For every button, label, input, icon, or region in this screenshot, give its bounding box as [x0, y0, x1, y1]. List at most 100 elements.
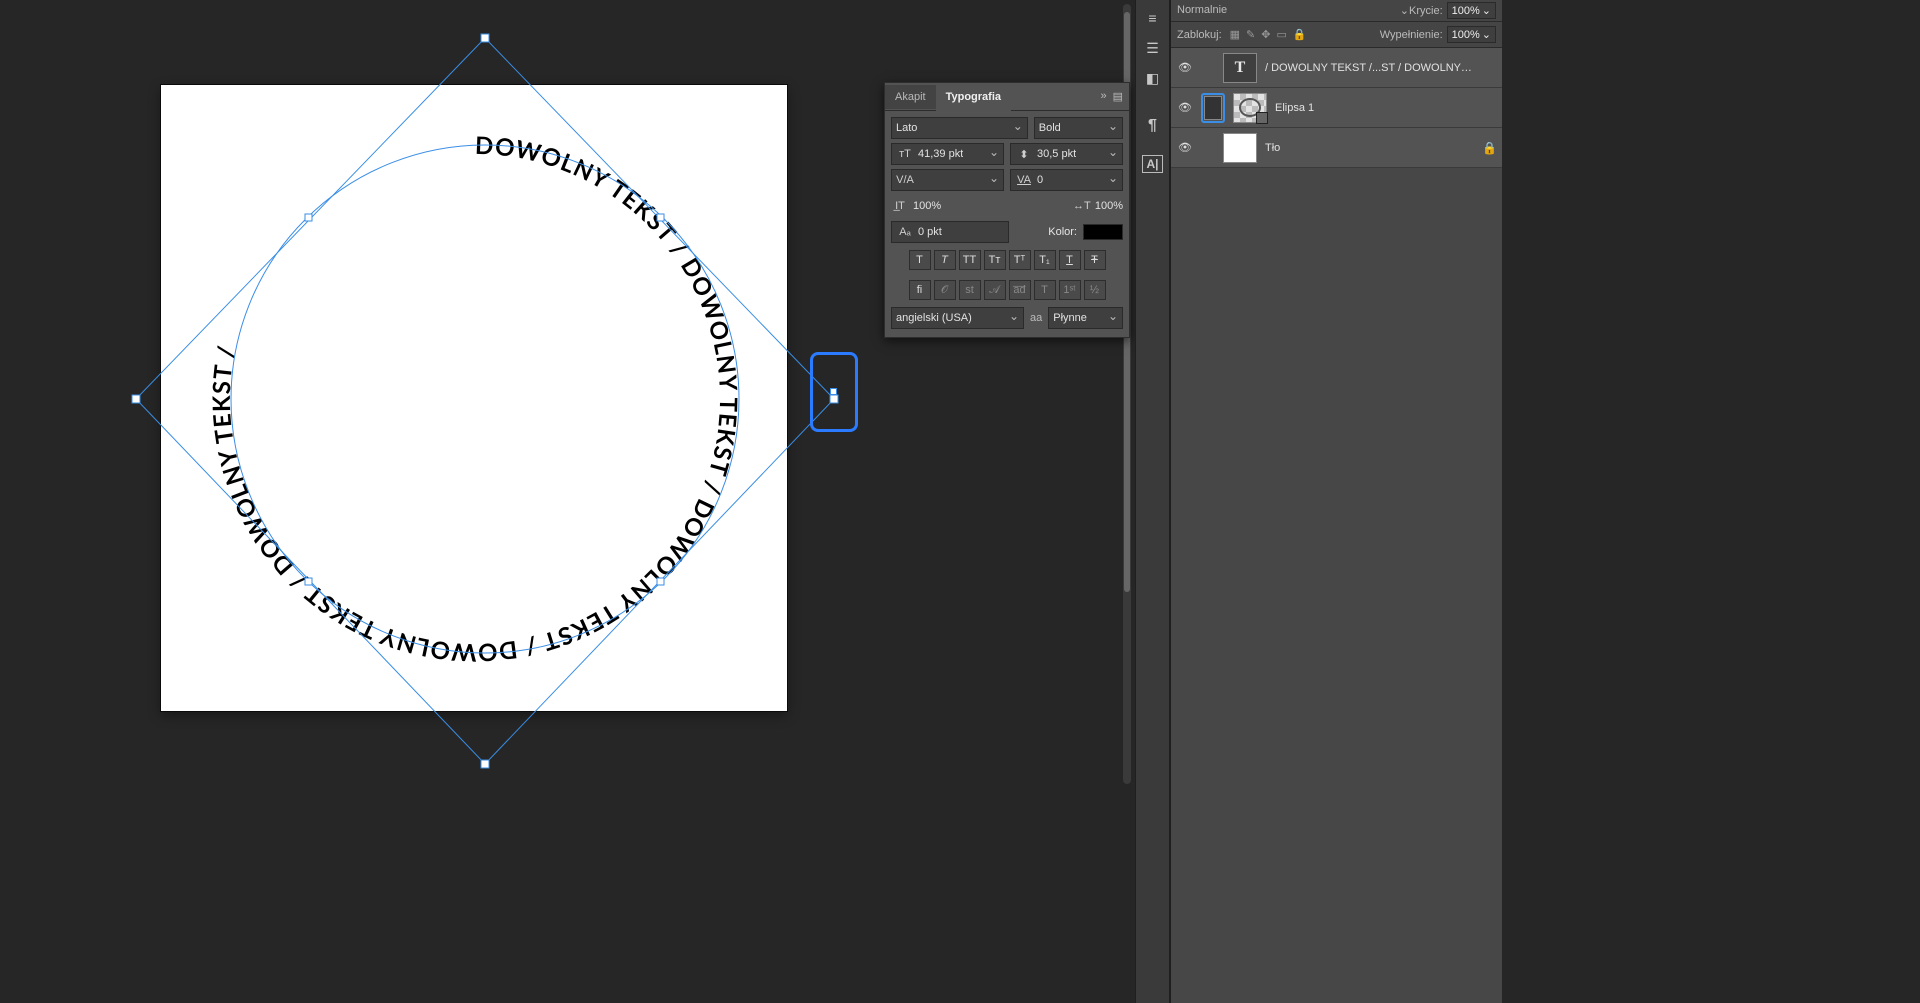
kerning-icon: V/A — [896, 174, 914, 186]
adjustments-panel-icon[interactable]: ≡ — [1138, 4, 1168, 32]
layers-empty-area — [1171, 168, 1502, 1003]
layer-name[interactable]: / DOWOLNY TEKST /...ST / DOWOLNY TEKS — [1265, 62, 1474, 74]
vscale-value: 100% — [913, 200, 941, 212]
layer-vector-mask-selected[interactable] — [1201, 93, 1225, 123]
fractions-button[interactable]: ½ — [1084, 280, 1106, 300]
hscale-value: 100% — [1095, 200, 1123, 212]
vector-mask-badge-icon — [1256, 112, 1268, 124]
tracking-icon: VA — [1015, 174, 1033, 186]
lock-artboard-icon[interactable]: ▭ — [1276, 28, 1286, 41]
antialias-select[interactable]: Płynne — [1048, 307, 1123, 329]
tracking-value: 0 — [1037, 174, 1043, 186]
ligatures-button[interactable]: fi — [909, 280, 931, 300]
styles-panel-icon[interactable]: ☰ — [1138, 34, 1168, 62]
fill-label: Wypełnienie: — [1380, 29, 1443, 41]
color-label: Kolor: — [1048, 226, 1077, 238]
font-family-select[interactable]: Lato — [891, 117, 1028, 139]
blend-mode-value: Normalnie — [1177, 4, 1227, 16]
opentype-row: fi 𝒪 st 𝒜 a̅d̅ T 1ˢᵗ ½ — [891, 277, 1123, 303]
tab-paragraph[interactable]: Akapit — [885, 85, 936, 109]
opacity-input[interactable]: 100% ⌄ — [1447, 2, 1496, 19]
font-style-select[interactable]: Bold — [1034, 117, 1123, 139]
superscript-button[interactable]: Tᵀ — [1009, 250, 1031, 270]
underline-button[interactable]: T — [1059, 250, 1081, 270]
layer-row-shape[interactable]: 👁 Elipsa 1 — [1171, 88, 1502, 128]
baseline-value: 0 pkt — [918, 226, 942, 238]
text-color-swatch[interactable] — [1083, 224, 1123, 240]
tracking-input[interactable]: VA 0 — [1010, 169, 1123, 191]
layer-name[interactable]: Tło — [1265, 142, 1474, 154]
subscript-button[interactable]: T₁ — [1034, 250, 1056, 270]
fill-value: 100% — [1452, 29, 1480, 41]
typography-panel[interactable]: Akapit Typografia » ▤ Lato Bold ᴛT 41,39… — [884, 82, 1130, 338]
font-style-value: Bold — [1039, 122, 1061, 134]
lock-icon[interactable]: 🔒 — [1482, 141, 1496, 155]
language-value: angielski (USA) — [896, 312, 972, 324]
lock-brush-icon[interactable]: ✎ — [1246, 28, 1255, 41]
layer-row-text[interactable]: 👁 T / DOWOLNY TEKST /...ST / DOWOLNY TEK… — [1171, 48, 1502, 88]
strikethrough-button[interactable]: Ŧ — [1084, 250, 1106, 270]
character-panel-icon[interactable]: A| — [1138, 150, 1168, 178]
font-size-icon: ᴛT — [896, 148, 914, 160]
type-style-row: T T TT Tᴛ Tᵀ T₁ T Ŧ — [891, 247, 1123, 273]
faux-italic-button[interactable]: T — [934, 250, 956, 270]
language-select[interactable]: angielski (USA) — [891, 307, 1024, 329]
selection-handle-dot[interactable] — [830, 388, 837, 395]
font-size-value: 41,39 pkt — [918, 148, 963, 160]
layers-panel[interactable]: Normalnie ⌄ Krycie: 100% ⌄ Zablokuj: ▦ ✎… — [1170, 0, 1502, 1003]
antialias-value: Płynne — [1053, 312, 1087, 324]
horizontal-scale-field[interactable]: ↔T 100% — [1010, 195, 1123, 217]
lock-pixels-icon[interactable]: ▦ — [1230, 28, 1240, 41]
layer-thumb-bg-icon[interactable] — [1223, 133, 1257, 163]
typography-panel-tabs: Akapit Typografia » ▤ — [885, 83, 1129, 111]
layer-row-background[interactable]: 👁 Tło 🔒 — [1171, 128, 1502, 168]
titling-alt-button[interactable]: T — [1034, 280, 1056, 300]
antialias-label: aa — [1030, 312, 1042, 324]
layer-name[interactable]: Elipsa 1 — [1275, 102, 1474, 114]
font-family-value: Lato — [896, 122, 917, 134]
stylistic-alt-button[interactable]: a̅d̅ — [1009, 280, 1031, 300]
ordinals-button[interactable]: 1ˢᵗ — [1059, 280, 1081, 300]
panel-expand-icon[interactable]: » — [1100, 90, 1106, 103]
leading-value: 30,5 pkt — [1037, 148, 1076, 160]
paragraph-panel-icon[interactable]: ¶ — [1138, 112, 1168, 140]
vscale-icon: I̲T — [891, 200, 909, 212]
leading-icon: ⬍ — [1015, 148, 1033, 161]
swash-button[interactable]: 𝒜 — [984, 280, 1006, 300]
visibility-toggle-icon[interactable]: 👁 — [1177, 61, 1193, 74]
faux-bold-button[interactable]: T — [909, 250, 931, 270]
curved-text-content[interactable]: DOWOLNY TEKST / DOWOLNY TEKST / DOWOLNY … — [207, 131, 743, 667]
font-size-input[interactable]: ᴛT 41,39 pkt — [891, 143, 1004, 165]
layer-thumb-shape-icon[interactable] — [1233, 93, 1267, 123]
lock-all-icon[interactable]: 🔒 — [1293, 28, 1307, 41]
leading-input[interactable]: ⬍ 30,5 pkt — [1010, 143, 1123, 165]
small-caps-button[interactable]: Tᴛ — [984, 250, 1006, 270]
hscale-icon: ↔T — [1073, 200, 1091, 212]
lock-position-icon[interactable]: ✥ — [1261, 28, 1270, 41]
visibility-toggle-icon[interactable]: 👁 — [1177, 101, 1193, 114]
visibility-toggle-icon[interactable]: 👁 — [1177, 141, 1193, 154]
panel-menu-icon[interactable]: ▤ — [1113, 90, 1123, 103]
tab-character[interactable]: Typografia — [936, 85, 1011, 111]
opacity-value: 100% — [1452, 5, 1480, 17]
baseline-shift-input[interactable]: Aₐ 0 pkt — [891, 221, 1009, 243]
fill-input[interactable]: 100% ⌄ — [1447, 26, 1496, 43]
selection-highlight-frame — [810, 352, 858, 432]
layers-blend-row: Normalnie ⌄ Krycie: 100% ⌄ — [1171, 0, 1502, 22]
discretionary-lig-button[interactable]: st — [959, 280, 981, 300]
collapsed-panel-strip: ≡ ☰ ◧ ¶ A| — [1135, 0, 1170, 1003]
swatches-panel-icon[interactable]: ◧ — [1138, 64, 1168, 92]
baseline-icon: Aₐ — [896, 226, 914, 238]
all-caps-button[interactable]: TT — [959, 250, 981, 270]
curved-text-object[interactable]: DOWOLNY TEKST / DOWOLNY TEKST / DOWOLNY … — [180, 104, 770, 694]
layer-list: 👁 T / DOWOLNY TEKST /...ST / DOWOLNY TEK… — [1171, 48, 1502, 168]
lock-label: Zablokuj: — [1177, 29, 1222, 41]
layer-thumb-text-icon[interactable]: T — [1223, 53, 1257, 83]
kerning-input[interactable]: V/A — [891, 169, 1004, 191]
blend-mode-select[interactable]: Normalnie ⌄ — [1177, 4, 1409, 17]
svg-text:DOWOLNY TEKST / DOWOLNY TEKST: DOWOLNY TEKST / DOWOLNY TEKST / DOWOLNY … — [207, 131, 743, 667]
layers-lock-row: Zablokuj: ▦ ✎ ✥ ▭ 🔒 Wypełnienie: 100% ⌄ — [1171, 22, 1502, 48]
contextual-alt-button[interactable]: 𝒪 — [934, 280, 956, 300]
vertical-scale-field[interactable]: I̲T 100% — [891, 195, 1004, 217]
opacity-label: Krycie: — [1409, 5, 1443, 17]
